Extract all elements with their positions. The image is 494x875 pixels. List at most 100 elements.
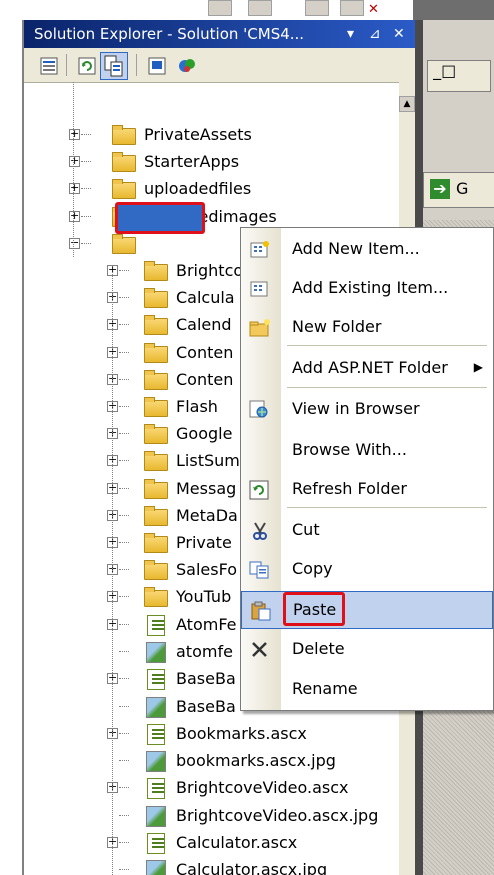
tree-item-label[interactable]: Messag — [176, 478, 236, 500]
folder-icon — [144, 560, 168, 581]
tree-item-label[interactable]: AtomFe — [176, 614, 236, 636]
window-edge — [413, 0, 494, 20]
tree-item-label[interactable]: Calculator.ascx — [176, 832, 297, 854]
toolbar-button[interactable] — [248, 0, 272, 16]
tree-item-label[interactable]: Calculator.ascx.jpg — [176, 859, 327, 875]
tree-connector — [119, 596, 129, 598]
tree-item-label[interactable]: Calcula — [176, 287, 235, 309]
solution-explorer-toolbar — [24, 48, 415, 83]
image-file-icon — [146, 641, 166, 663]
menu-item-add-new-item[interactable]: Add New Item... — [241, 231, 493, 269]
menu-item-rename[interactable]: Rename — [241, 671, 493, 709]
tree-item-label[interactable]: PrivateAssets — [144, 124, 252, 146]
tree-row[interactable]: + PrivateAssets — [24, 122, 399, 149]
collapse-icon[interactable]: − — [69, 237, 80, 249]
toolbar-button[interactable] — [305, 0, 329, 16]
open-folder-icon — [112, 233, 136, 254]
tree-item-label[interactable]: Google — [176, 423, 232, 445]
tree-row[interactable]: Calculator.ascx.jpg — [24, 857, 399, 875]
view-code-icon[interactable] — [146, 55, 168, 77]
menu-item-cut[interactable]: Cut — [241, 512, 493, 550]
class-diagram-icon[interactable] — [176, 55, 198, 77]
window-controls[interactable]: _□ — [427, 60, 491, 92]
folder-icon — [144, 533, 168, 553]
tree-row[interactable]: + BrightcoveVideo.ascx — [24, 775, 399, 802]
pin-icon[interactable]: ⊿ — [369, 20, 381, 48]
expand-icon[interactable]: + — [69, 128, 80, 140]
tree-row[interactable]: + StarterApps — [24, 149, 399, 176]
tree-item-label[interactable]: Private — [176, 532, 232, 554]
tree-connector — [119, 705, 129, 707]
tree-connector — [119, 760, 129, 762]
menu-item-browse-with[interactable]: Browse With... — [241, 432, 493, 470]
go-button[interactable]: ➔ G — [423, 172, 494, 208]
tree-item-label[interactable]: bookmarks.ascx.jpg — [176, 750, 336, 772]
menu-item-copy[interactable]: Copy — [241, 551, 493, 589]
tree-connector — [119, 650, 129, 652]
tree-item-label[interactable]: widgets — [144, 233, 206, 255]
folder-icon — [112, 125, 136, 145]
tree-guide-line — [112, 272, 113, 875]
tree-row[interactable]: + uploadedfiles — [24, 176, 399, 203]
tree-connector — [119, 460, 129, 462]
delete-icon[interactable]: ✕ — [368, 2, 379, 17]
expand-icon[interactable]: + — [69, 182, 80, 195]
tree-item-label[interactable]: YouTub — [176, 586, 231, 608]
menu-item-paste[interactable]: Paste — [241, 591, 493, 629]
menu-item-label: Add Existing Item... — [292, 278, 449, 297]
tree-item-label[interactable]: BrightcoveVideo.ascx.jpg — [176, 805, 378, 827]
tree-item-label[interactable]: MetaDa — [176, 505, 238, 527]
tree-item-label[interactable]: Flash — [176, 396, 218, 418]
tree-item-label[interactable]: BaseBa — [176, 668, 236, 690]
tree-connector — [119, 842, 129, 843]
tree-item-label[interactable]: BrightcoveVideo.ascx — [176, 777, 349, 799]
tree-item-label[interactable]: Bookmarks.ascx — [176, 723, 307, 745]
properties-icon[interactable] — [38, 55, 60, 77]
tree-connector — [119, 542, 129, 543]
menu-separator — [287, 387, 487, 388]
tree-row[interactable]: bookmarks.ascx.jpg — [24, 748, 399, 775]
expand-icon[interactable]: + — [69, 210, 80, 222]
refresh-icon[interactable] — [76, 55, 98, 77]
tree-item-label[interactable]: uploadedfiles — [144, 178, 251, 200]
menu-item-add-existing-item[interactable]: Add Existing Item... — [241, 270, 493, 308]
tree-connector — [119, 869, 129, 871]
tree-row[interactable]: + Bookmarks.ascx — [24, 721, 399, 748]
scroll-up-arrow-icon[interactable]: ▲ — [399, 96, 415, 112]
tree-connector — [81, 161, 91, 163]
tree-item-label[interactable]: Calend — [176, 314, 232, 336]
window-title: Solution Explorer - Solution 'CMS4... — [34, 25, 305, 43]
solution-explorer-title-bar[interactable]: Solution Explorer - Solution 'CMS4... ▾ … — [24, 20, 415, 48]
tree-connector — [119, 270, 129, 271]
show-all-files-icon[interactable] — [100, 52, 128, 80]
tree-row[interactable]: + Calculator.ascx — [24, 830, 399, 857]
dropdown-arrow-icon[interactable]: ▾ — [347, 20, 354, 48]
menu-item-label: Copy — [292, 559, 333, 578]
tree-item-label[interactable]: Conten — [176, 342, 233, 364]
tree-row[interactable]: BrightcoveVideo.ascx.jpg — [24, 803, 399, 830]
tree-connector — [119, 514, 129, 516]
tree-item-label[interactable]: atomfe — [176, 641, 233, 663]
tree-item-label[interactable]: StarterApps — [144, 151, 239, 173]
toolbar-button[interactable] — [208, 0, 232, 16]
delete-icon — [249, 640, 271, 660]
tree-item-label[interactable]: BaseBa — [176, 696, 236, 718]
tree-item-label[interactable]: SalesFo — [176, 559, 237, 581]
expand-icon[interactable]: + — [69, 155, 80, 168]
toolbar-button[interactable] — [340, 0, 364, 16]
tree-item-label[interactable]: Conten — [176, 369, 233, 391]
tree-item-label[interactable]: ListSum — [176, 450, 240, 472]
paste-icon — [250, 601, 272, 621]
tree-item-label[interactable]: Brightco — [176, 260, 243, 282]
copy-icon — [249, 560, 271, 580]
close-icon[interactable]: ✕ — [393, 20, 405, 48]
menu-item-delete[interactable]: Delete — [241, 631, 493, 669]
menu-item-add-asp-net-folder[interactable]: Add ASP.NET Folder ▶ — [241, 350, 493, 388]
menu-item-refresh-folder[interactable]: Refresh Folder — [241, 471, 493, 509]
refresh-icon — [249, 480, 271, 500]
menu-item-label: Browse With... — [292, 440, 407, 459]
folder-icon — [144, 315, 168, 336]
menu-item-new-folder[interactable]: New Folder — [241, 309, 493, 347]
tree-connector — [119, 814, 129, 816]
menu-item-view-in-browser[interactable]: View in Browser — [241, 391, 493, 429]
